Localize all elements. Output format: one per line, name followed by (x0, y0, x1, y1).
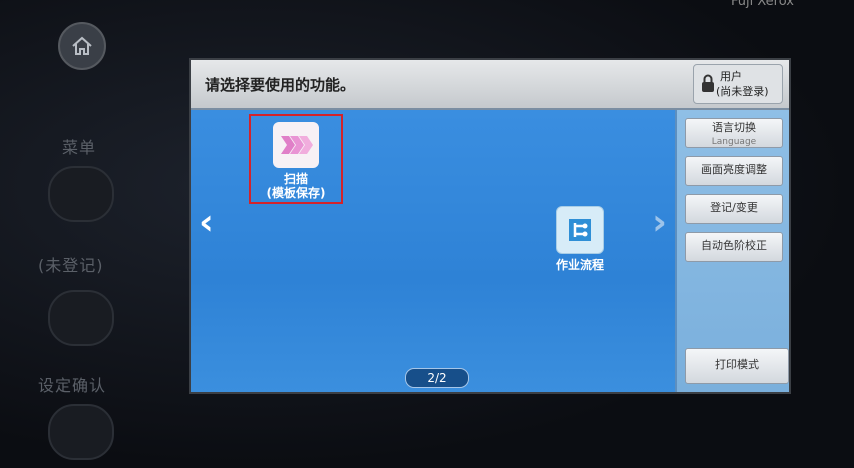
user-status: (尚未登录) (716, 85, 769, 98)
scan-sublabel: (模板保存) (266, 186, 326, 200)
user-login-button[interactable]: 用户 (尚未登录) (693, 64, 783, 104)
home-key[interactable] (58, 22, 106, 70)
function-area: ‹ › 扫描 (模板保存) 作业流程 2/2 (191, 110, 675, 392)
prev-page-arrow[interactable]: ‹ (199, 202, 214, 243)
brand-text: Fuji Xerox (731, 0, 794, 9)
settings-confirm-key[interactable] (48, 404, 114, 460)
printer-panel: 菜单 (未登记) 设定确认 Fuji Xerox 请选择要使用的功能。 用户 (… (0, 0, 854, 468)
menu-key-label: 菜单 (62, 138, 97, 157)
auto-color-correction-button[interactable]: 自动色阶校正 (685, 232, 783, 262)
scan-label: 扫描 (283, 172, 308, 186)
print-mode-button[interactable]: 打印模式 (685, 348, 789, 384)
hardware-button-column: 菜单 (未登记) 设定确认 (0, 0, 180, 468)
language-switch-label: 语言切换 (712, 121, 756, 134)
header-title: 请选择要使用的功能。 (205, 76, 356, 94)
job-flow-button[interactable]: 作业流程 (545, 206, 615, 272)
brightness-adjust-button[interactable]: 画面亮度调整 (685, 156, 783, 186)
header-bar: 请选择要使用的功能。 用户 (尚未登录) (191, 60, 789, 110)
language-switch-sublabel: Language (711, 137, 757, 147)
register-change-button[interactable]: 登记/变更 (685, 194, 783, 224)
unregistered-key-label: (未登记) (38, 256, 104, 275)
side-panel: 语言切换 Language 画面亮度调整 登记/变更 自动色阶校正 打印模式 (675, 110, 789, 392)
user-label: 用户 (720, 70, 742, 83)
menu-key[interactable] (48, 166, 114, 222)
unregistered-key[interactable] (48, 290, 114, 346)
job-flow-icon (556, 206, 604, 254)
scan-icon (273, 122, 319, 168)
language-switch-button[interactable]: 语言切换 Language (685, 118, 783, 148)
scan-template-save-button[interactable]: 扫描 (模板保存) (249, 114, 343, 204)
settings-confirm-key-label: 设定确认 (38, 376, 107, 395)
lock-icon (702, 74, 714, 92)
job-flow-label: 作业流程 (555, 258, 604, 272)
home-icon (72, 36, 92, 55)
touch-screen: 请选择要使用的功能。 用户 (尚未登录) ‹ › 扫描 (模板保存) 作业流程 … (189, 58, 791, 394)
page-indicator: 2/2 (405, 368, 469, 388)
next-page-arrow[interactable]: › (652, 202, 667, 243)
